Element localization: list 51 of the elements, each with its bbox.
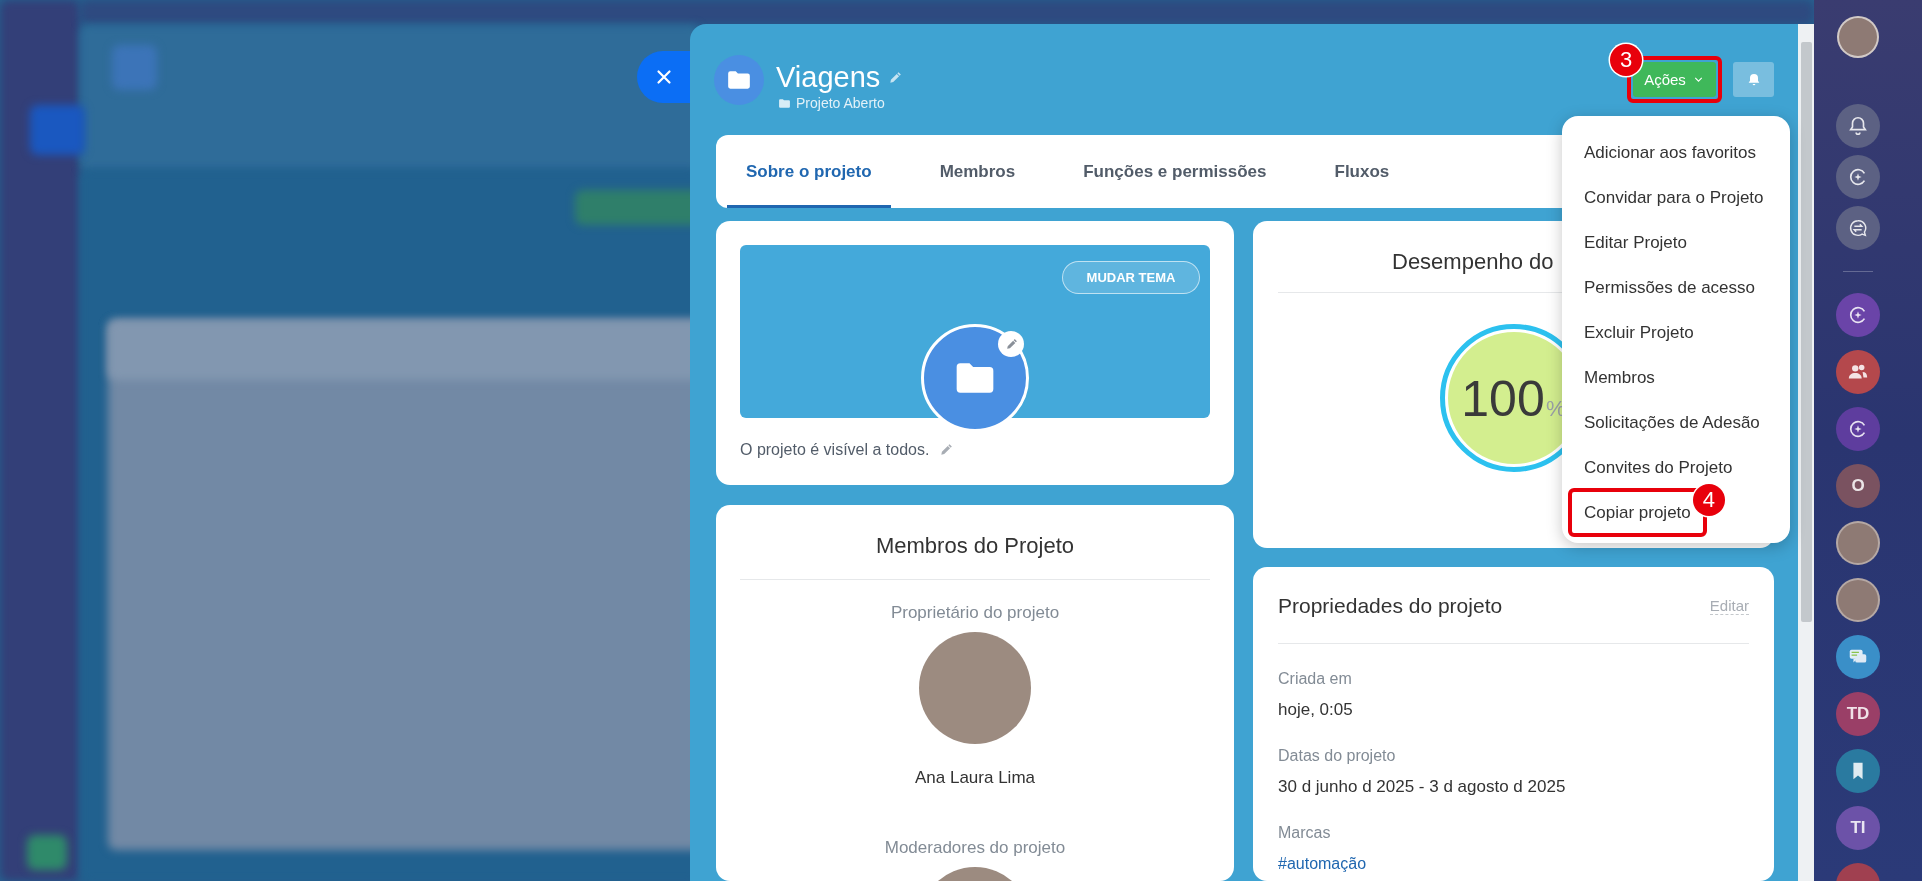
field-label: Marcas (1278, 823, 1332, 843)
menu-item[interactable]: Solicitações de Adesão (1562, 400, 1790, 445)
chat-arrows-icon (1847, 217, 1869, 239)
field-value: 30 d junho d 2025 - 3 d agosto d 2025 (1278, 776, 1567, 798)
card-title: Membros do Projeto (874, 532, 1076, 560)
menu-item[interactable]: Excluir Projeto (1562, 310, 1790, 355)
menu-item[interactable]: Editar Projeto (1562, 220, 1790, 265)
pencil-icon[interactable] (998, 331, 1024, 357)
gauge-value: 100 (1460, 371, 1545, 427)
project-type: Projeto Aberto (796, 95, 885, 111)
card-title: Propriedades do projeto (1278, 594, 1503, 618)
tab[interactable]: Membros (920, 135, 1035, 208)
sidebar-button[interactable] (1836, 635, 1880, 679)
avatar[interactable] (1836, 578, 1880, 622)
visibility-text: O projeto é visível a todos. (740, 440, 930, 460)
bell-icon (1847, 115, 1869, 137)
avatar-initials[interactable]: TD (1836, 692, 1880, 736)
menu-item[interactable]: Membros (1562, 355, 1790, 400)
close-button[interactable] (637, 51, 690, 103)
menu-item[interactable]: Copiar projeto (1584, 492, 1691, 533)
sidebar-button[interactable] (1836, 206, 1880, 250)
folder-icon (714, 55, 764, 105)
tab[interactable]: Funções e permissões (1064, 135, 1286, 208)
menu-item[interactable]: Convidar para o Projeto (1562, 175, 1790, 220)
folder-icon (778, 96, 791, 110)
avatar-initials[interactable]: O (1836, 464, 1880, 508)
avatar[interactable] (1836, 521, 1880, 565)
sidebar-button[interactable] (1836, 407, 1880, 451)
sidebar-button[interactable] (1836, 155, 1880, 199)
field-label: Datas do projeto (1278, 746, 1397, 766)
tab[interactable]: Fluxos (1315, 135, 1409, 208)
sidebar-button[interactable] (1836, 104, 1880, 148)
project-title: Viagens (776, 60, 881, 95)
avatar[interactable] (1837, 16, 1879, 58)
menu-item[interactable]: Adicionar aos favoritos (1562, 130, 1790, 175)
field-label: Criada em (1278, 669, 1353, 689)
step-badge: 4 (1692, 484, 1725, 516)
tag-link[interactable]: #automação (1278, 853, 1367, 875)
sidebar-button[interactable] (1836, 350, 1880, 394)
section-label: Moderadores do projeto (883, 837, 1067, 859)
scrollbar[interactable] (1798, 24, 1814, 881)
sidebar-button[interactable] (1836, 293, 1880, 337)
menu-item[interactable]: Permissões de acesso (1562, 265, 1790, 310)
sidebar-button[interactable] (1836, 749, 1880, 793)
field-value: hoje, 0:05 (1278, 699, 1354, 721)
section-label: Proprietário do projeto (889, 602, 1061, 624)
step-badge: 3 (1610, 44, 1642, 76)
card-title: Desempenho do (1392, 248, 1554, 276)
member-name[interactable]: Ana Laura Lima (740, 767, 1210, 789)
avatar-initials[interactable]: TI (1836, 806, 1880, 850)
tab[interactable]: Sobre o projeto (727, 135, 891, 208)
